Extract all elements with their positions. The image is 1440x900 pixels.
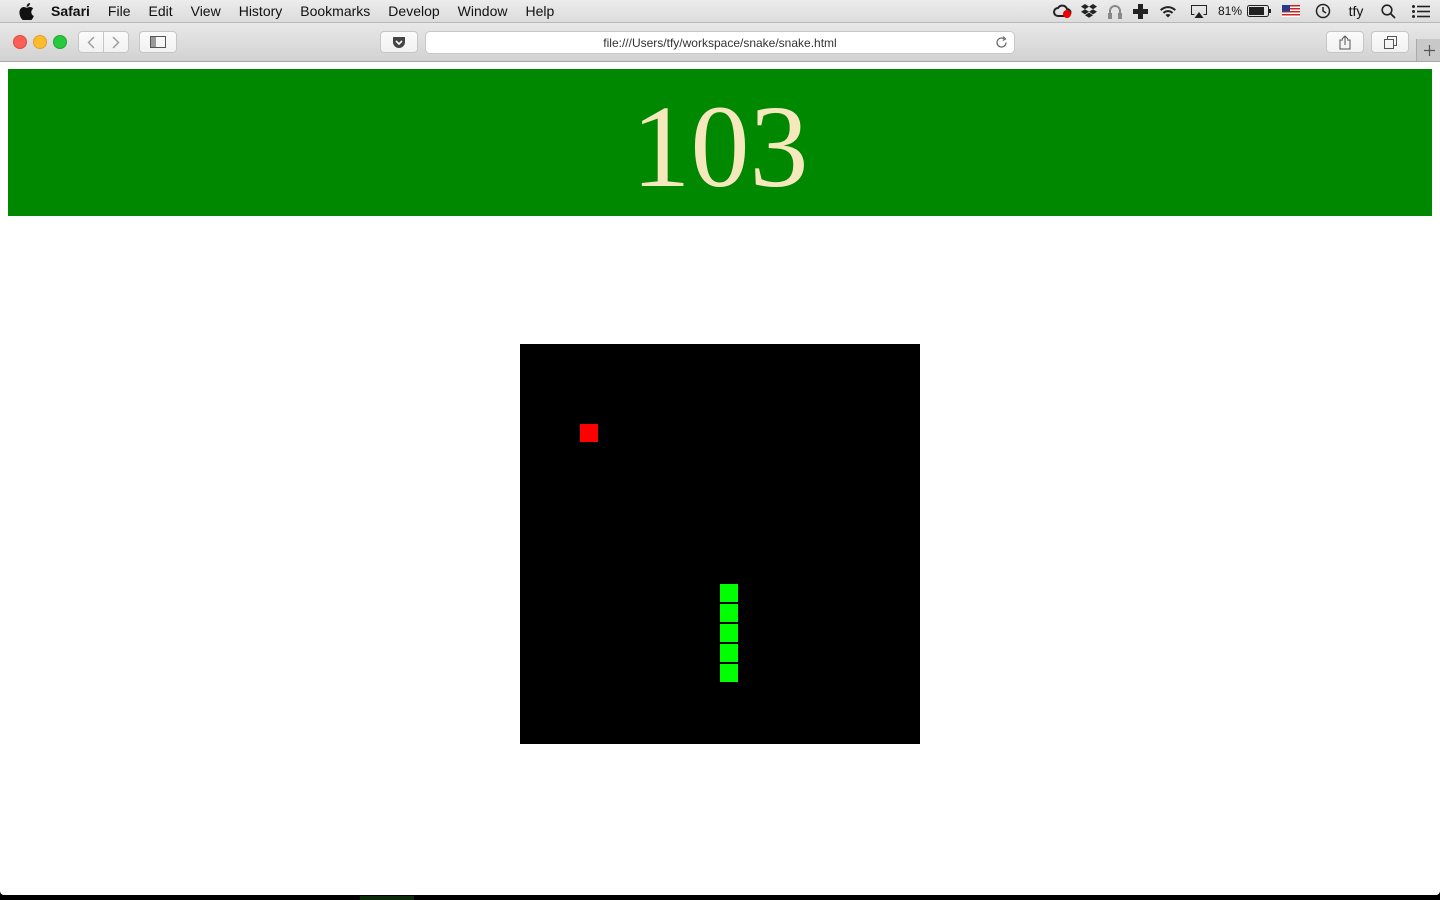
sidebar-icon <box>150 36 166 48</box>
tabs-icon <box>1383 35 1397 49</box>
tabs-overview-button[interactable] <box>1371 31 1409 53</box>
menu-edit[interactable]: Edit <box>148 0 172 22</box>
dock-edge <box>360 896 414 900</box>
battery-percent: 81% <box>1217 4 1242 18</box>
share-button[interactable] <box>1326 31 1364 53</box>
menu-history[interactable]: History <box>239 0 283 22</box>
pocket-button[interactable] <box>380 31 418 53</box>
pocket-icon <box>393 36 405 48</box>
us-flag-icon[interactable] <box>1274 0 1308 22</box>
menu-bookmarks[interactable]: Bookmarks <box>300 0 370 22</box>
menu-window[interactable]: Window <box>458 0 508 22</box>
menu-file[interactable]: File <box>108 0 131 22</box>
battery-icon[interactable] <box>1244 0 1274 22</box>
plus-app-icon[interactable] <box>1128 0 1154 22</box>
status-area: 81% tfy <box>1050 0 1440 22</box>
score-value: 103 <box>631 80 809 212</box>
menu-app-safari[interactable]: Safari <box>51 0 90 22</box>
food-pellet <box>580 424 598 442</box>
plus-icon <box>1423 44 1435 56</box>
back-button[interactable] <box>78 31 104 53</box>
score-banner: 103 <box>8 69 1432 216</box>
spotlight-icon[interactable] <box>1374 0 1402 22</box>
share-icon <box>1339 34 1351 49</box>
apple-menu-icon[interactable] <box>19 2 36 20</box>
window-minimize-button[interactable] <box>33 35 47 49</box>
dropbox-icon[interactable] <box>1076 0 1102 22</box>
reload-icon[interactable] <box>995 36 1008 52</box>
user-name[interactable]: tfy <box>1338 0 1374 22</box>
menu-develop[interactable]: Develop <box>388 0 439 22</box>
address-bar[interactable]: file:///Users/tfy/workspace/snake/snake.… <box>425 31 1015 54</box>
wifi-icon[interactable] <box>1154 0 1182 22</box>
url-text: file:///Users/tfy/workspace/snake/snake.… <box>603 35 837 50</box>
snake-segment <box>720 664 738 682</box>
forward-button[interactable] <box>103 31 129 53</box>
web-content: 103 <box>0 62 1440 895</box>
creative-cloud-icon[interactable] <box>1050 0 1076 22</box>
sidebar-toggle-button[interactable] <box>139 31 177 53</box>
time-machine-icon[interactable] <box>1308 0 1338 22</box>
notification-center-icon[interactable] <box>1402 0 1440 22</box>
snake-head <box>720 584 738 602</box>
menu-bar: Safari File Edit View History Bookmarks … <box>0 0 1440 23</box>
window-zoom-button[interactable] <box>53 35 67 49</box>
chevron-right-icon <box>112 36 120 48</box>
browser-toolbar: file:///Users/tfy/workspace/snake/snake.… <box>0 23 1440 62</box>
window-close-button[interactable] <box>13 35 27 49</box>
menu-help[interactable]: Help <box>525 0 554 22</box>
chevron-left-icon <box>87 36 95 48</box>
airplay-icon[interactable] <box>1182 0 1216 22</box>
snake-segment <box>720 624 738 642</box>
game-board[interactable] <box>520 344 920 744</box>
snake-segment <box>720 644 738 662</box>
new-tab-button[interactable] <box>1416 39 1440 61</box>
snake-segment <box>720 604 738 622</box>
menu-view[interactable]: View <box>191 0 221 22</box>
headphones-icon[interactable] <box>1102 0 1128 22</box>
